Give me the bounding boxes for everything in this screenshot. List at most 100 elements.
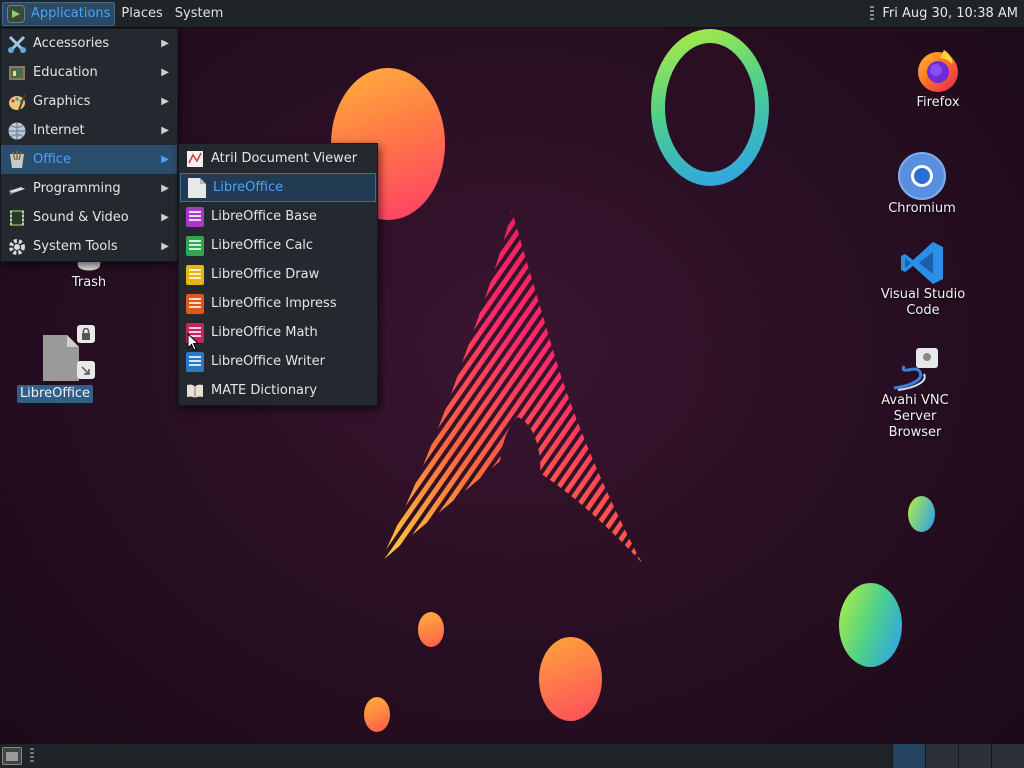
menu-item-label: Sound & Video (33, 210, 129, 225)
submenu-arrow-icon: ▶ (161, 154, 169, 165)
firefox-icon (918, 50, 958, 92)
panel-drag-handle[interactable] (870, 5, 875, 22)
menu-item-label: Accessories (33, 36, 110, 51)
top-panel: Applications Places System Fri Aug 30, 1… (0, 0, 1024, 28)
show-desktop-button[interactable] (2, 747, 22, 765)
chromium-icon (898, 152, 946, 200)
desktop-icon-label: Firefox (916, 95, 960, 110)
vscode-icon (901, 242, 943, 284)
submenu-arrow-icon: ▶ (161, 38, 169, 49)
menu-item-label: LibreOffice (213, 180, 284, 195)
menu-item-label: LibreOffice Base (211, 209, 317, 224)
workspace-switcher (892, 744, 1024, 768)
mate-logo-icon (7, 4, 25, 23)
menu-item-libreoffice[interactable]: LibreOffice (180, 173, 376, 202)
submenu-arrow-icon: ▶ (161, 125, 169, 136)
menu-item-label: MATE Dictionary (211, 383, 318, 398)
dictionary-icon (185, 381, 205, 401)
workspace-4[interactable] (991, 744, 1024, 768)
menu-item-mate-dictionary[interactable]: MATE Dictionary (179, 376, 377, 405)
menu-item-internet[interactable]: Internet ▶ (1, 116, 177, 145)
wallpaper-blob-green-large (839, 583, 902, 667)
submenu-arrow-icon: ▶ (161, 183, 169, 194)
menu-item-label: Graphics (33, 94, 91, 109)
menu-item-label: LibreOffice Math (211, 325, 318, 340)
menu-item-libreoffice-base[interactable]: LibreOffice Base (179, 202, 377, 231)
desktop-icon-chromium[interactable]: Chromium (882, 152, 962, 218)
menu-item-libreoffice-draw[interactable]: LibreOffice Draw (179, 260, 377, 289)
menu-item-sound-video[interactable]: Sound & Video ▶ (1, 203, 177, 232)
submenu-arrow-icon: ▶ (161, 212, 169, 223)
menu-item-label: Atril Document Viewer (211, 151, 358, 166)
system-menu-button[interactable]: System (169, 6, 229, 21)
menu-item-system-tools[interactable]: System Tools ▶ (1, 232, 177, 261)
workspace-3[interactable] (958, 744, 991, 768)
libreoffice-writer-icon (185, 351, 205, 372)
wallpaper-ring (651, 29, 769, 186)
libreoffice-launcher-icon (25, 325, 95, 381)
desktop-icon-firefox[interactable]: Firefox (900, 46, 976, 112)
office-submenu: Atril Document Viewer LibreOffice LibreO… (178, 143, 378, 406)
menu-item-education[interactable]: Education ▶ (1, 58, 177, 87)
libreoffice-calc-icon (185, 235, 205, 256)
internet-icon (7, 121, 27, 141)
menu-item-libreoffice-writer[interactable]: LibreOffice Writer (179, 347, 377, 376)
menu-item-label: Internet (33, 123, 85, 138)
avahi-label-line1: Avahi VNC Server (881, 393, 949, 424)
atril-icon (185, 149, 205, 169)
wallpaper-blob-medium (539, 637, 602, 721)
accessories-icon (7, 34, 27, 54)
applications-menu-button[interactable]: Applications (2, 1, 116, 26)
desktop-icon-label: LibreOffice (16, 385, 94, 403)
desktop-icon-label: Avahi VNC Server Browser (858, 392, 972, 442)
avahi-label-line2: Browser (888, 425, 942, 440)
menu-item-label: LibreOffice Writer (211, 354, 325, 369)
applications-menu: Accessories ▶ Education ▶ Graphics ▶ Int… (0, 28, 178, 262)
desktop-icon-label: Visual Studio Code (880, 287, 966, 318)
libreoffice-draw-icon (185, 264, 205, 285)
sound-video-icon (7, 208, 27, 228)
graphics-icon (7, 92, 27, 112)
avahi-vnc-icon (893, 348, 938, 391)
arch-logo (380, 211, 642, 563)
workspace-2[interactable] (925, 744, 958, 768)
panel-drag-handle[interactable] (30, 748, 34, 764)
programming-icon (7, 179, 27, 199)
places-menu-button[interactable]: Places (115, 6, 168, 21)
desktop-icon-label: Trash (71, 275, 107, 290)
wallpaper-blob-green-small (908, 496, 935, 532)
applications-label: Applications (31, 6, 111, 21)
symlink-emblem-icon (77, 361, 95, 379)
libreoffice-impress-icon (185, 293, 205, 314)
menu-item-graphics[interactable]: Graphics ▶ (1, 87, 177, 116)
menu-item-atril[interactable]: Atril Document Viewer (179, 144, 377, 173)
submenu-arrow-icon: ▶ (161, 67, 169, 78)
menu-item-libreoffice-calc[interactable]: LibreOffice Calc (179, 231, 377, 260)
wallpaper-blob-small-1 (418, 612, 444, 647)
menu-item-label: Office (33, 152, 71, 167)
system-tools-icon (7, 237, 27, 257)
desktop-icon-vscode[interactable]: Visual Studio Code (862, 240, 984, 320)
desktop-icon-label: Chromium (888, 201, 956, 216)
bottom-panel (0, 743, 1024, 768)
menu-item-label: LibreOffice Calc (211, 238, 314, 253)
menu-item-programming[interactable]: Programming ▶ (1, 174, 177, 203)
workspace-1[interactable] (892, 744, 925, 768)
desktop-icon-avahi-vnc[interactable]: Avahi VNC Server Browser (858, 346, 972, 442)
menu-item-label: LibreOffice Impress (211, 296, 337, 311)
menu-item-label: System Tools (33, 239, 118, 254)
menu-item-libreoffice-math[interactable]: LibreOffice Math (179, 318, 377, 347)
menu-item-libreoffice-impress[interactable]: LibreOffice Impress (179, 289, 377, 318)
menu-item-label: LibreOffice Draw (211, 267, 320, 282)
menu-item-label: Education (33, 65, 98, 80)
menu-item-office[interactable]: Office ▶ (1, 145, 177, 174)
clock[interactable]: Fri Aug 30, 10:38 AM (882, 6, 1018, 21)
menu-item-label: Programming (33, 181, 121, 196)
libreoffice-icon (187, 177, 207, 198)
submenu-arrow-icon: ▶ (161, 96, 169, 107)
office-icon (7, 150, 27, 170)
education-icon (7, 63, 27, 83)
desktop-icon-libreoffice[interactable]: LibreOffice (16, 325, 95, 403)
menu-item-accessories[interactable]: Accessories ▶ (1, 29, 177, 58)
libreoffice-base-icon (185, 206, 205, 227)
